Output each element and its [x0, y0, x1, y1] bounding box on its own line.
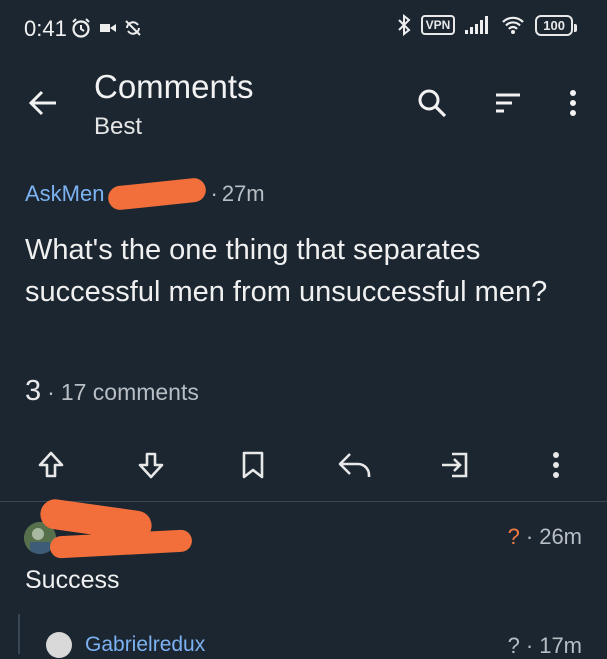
redacted-username [107, 176, 208, 212]
downvote-button[interactable] [132, 446, 170, 484]
post-score: 3 [25, 375, 42, 407]
status-right-icons: VPN 100 [397, 14, 577, 36]
back-button[interactable] [26, 86, 60, 120]
bluetooth-icon [397, 14, 411, 36]
divider [0, 501, 607, 502]
status-time: 0:41 [24, 16, 67, 41]
comment-meta: ? · 26m [508, 524, 582, 550]
arrow-up-icon [38, 451, 64, 478]
more-vertical-icon [553, 452, 559, 478]
comment-flag: ? [507, 524, 520, 549]
wifi-icon [502, 16, 525, 34]
post-more-button[interactable] [544, 446, 568, 484]
reply-flag: ? [507, 633, 520, 658]
bookmark-icon [242, 451, 264, 479]
separator-dot: · [525, 524, 534, 549]
separator-dot: · [210, 181, 218, 206]
comment-time: 26m [539, 524, 582, 549]
reply-icon [338, 453, 371, 477]
more-options-button[interactable] [558, 86, 588, 120]
separator-dot: · [47, 379, 55, 405]
post-title[interactable]: What's the one thing that separates succ… [25, 229, 585, 313]
page-title: Comments [94, 68, 254, 105]
more-vertical-icon [570, 90, 576, 116]
status-left-icons [70, 17, 142, 39]
separator-dot: · [525, 633, 534, 658]
sort-button[interactable] [490, 86, 526, 120]
sort-icon [496, 93, 520, 113]
thread-line [18, 614, 20, 654]
post-time: 27m [221, 181, 265, 206]
post-stats: 3 · 17 comments [25, 375, 199, 408]
subreddit-link[interactable]: AskMen [25, 181, 104, 207]
arrow-down-icon [138, 452, 164, 479]
comment-count: 17 comments [60, 379, 199, 405]
upvote-button[interactable] [32, 446, 70, 484]
share-button[interactable] [436, 446, 474, 484]
avatar[interactable] [46, 632, 72, 658]
search-icon [418, 89, 447, 118]
battery-indicator: 100 [535, 14, 577, 36]
alarm-icon [72, 18, 90, 38]
no-sync-icon [125, 20, 141, 36]
reply-button[interactable] [334, 446, 376, 484]
comment-body: Success [25, 566, 120, 594]
reply-time: 17m [539, 633, 582, 658]
video-icon [100, 24, 116, 32]
signal-icon [465, 16, 489, 34]
share-icon [442, 452, 468, 478]
arrow-left-icon [28, 90, 56, 116]
sort-label[interactable]: Best [94, 113, 142, 141]
vpn-badge: VPN [420, 15, 456, 35]
reply-meta: ? · 17m [508, 633, 582, 659]
search-button[interactable] [414, 86, 450, 120]
redacted-username [49, 529, 193, 559]
post-meta: AskMen · 27m [25, 176, 265, 212]
save-button[interactable] [234, 446, 272, 484]
reply-username[interactable]: Gabrielredux [85, 633, 205, 657]
